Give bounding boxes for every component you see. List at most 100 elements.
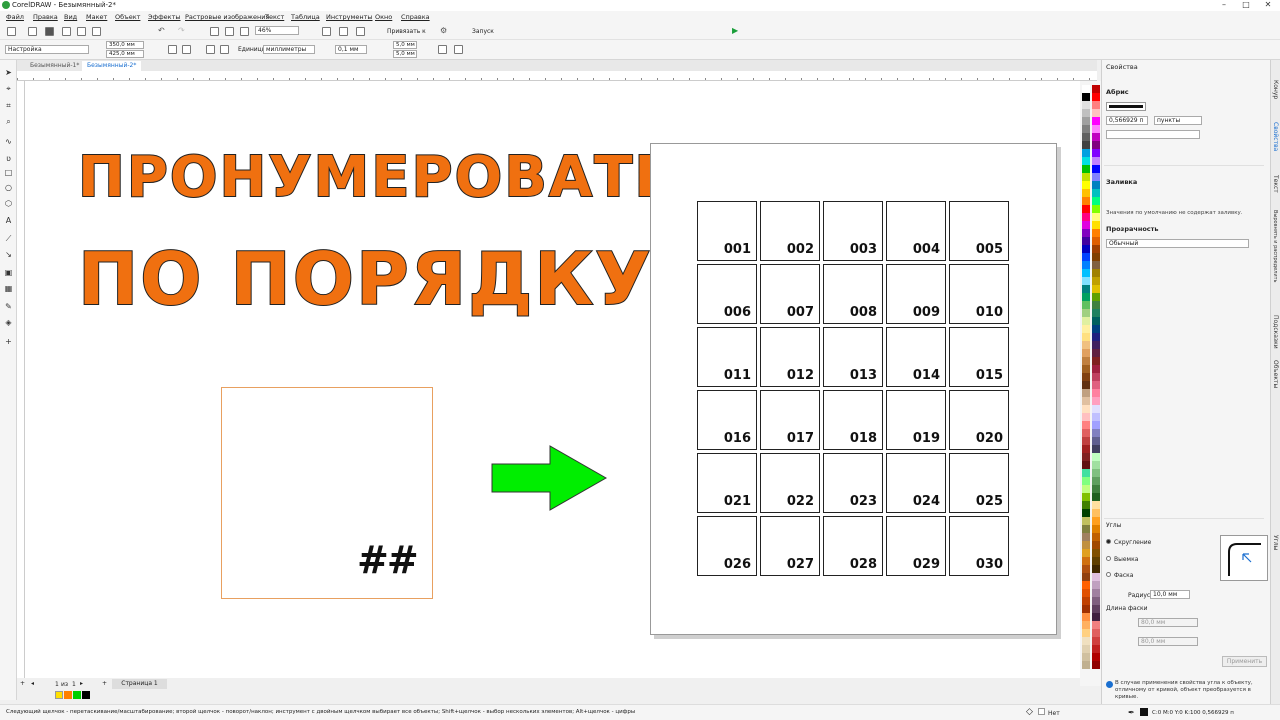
palette-swatch[interactable]: [1092, 221, 1100, 229]
palette-swatch[interactable]: [1092, 429, 1100, 437]
menu-object[interactable]: Объект: [115, 13, 140, 21]
palette-swatch[interactable]: [1092, 381, 1100, 389]
numbered-cell[interactable]: 015: [949, 327, 1009, 387]
palette-swatch[interactable]: [1082, 621, 1090, 629]
menu-window[interactable]: Окно: [375, 13, 392, 21]
first-page-icon[interactable]: +: [20, 680, 25, 687]
next-page-icon[interactable]: ▸: [80, 680, 83, 687]
palette-swatch[interactable]: [1092, 661, 1100, 669]
tab-corners[interactable]: Углы: [1272, 535, 1279, 550]
palette-swatch[interactable]: [1082, 373, 1090, 381]
palette-swatch[interactable]: [1082, 637, 1090, 645]
palette-swatch[interactable]: [1092, 317, 1100, 325]
tab-document-2[interactable]: Безымянный-2*: [82, 61, 142, 71]
palette-swatch[interactable]: [1082, 565, 1090, 573]
chamfer-y-field[interactable]: 80,0 мм: [1138, 637, 1198, 646]
ellipse-tool-icon[interactable]: ○: [4, 184, 13, 192]
palette-swatch[interactable]: [1082, 301, 1090, 309]
eyedropper-icon[interactable]: ✎: [4, 303, 13, 311]
palette-swatch[interactable]: [1092, 165, 1100, 173]
palette-swatch[interactable]: [1082, 189, 1090, 197]
palette-swatch[interactable]: [1082, 181, 1090, 189]
numbered-cell[interactable]: 029: [886, 516, 946, 576]
palette-swatch[interactable]: [1092, 453, 1100, 461]
palette-swatch[interactable]: [1092, 477, 1100, 485]
numbered-cell[interactable]: 030: [949, 516, 1009, 576]
tab-objects[interactable]: Объекты: [1272, 360, 1279, 388]
palette-swatch[interactable]: [1092, 421, 1100, 429]
palette-swatch[interactable]: [1082, 605, 1090, 613]
full-screen-icon[interactable]: [322, 27, 331, 36]
palette-swatch[interactable]: [1092, 509, 1100, 517]
numbered-cell[interactable]: 022: [760, 453, 820, 513]
numbered-cell[interactable]: 003: [823, 201, 883, 261]
palette-swatch[interactable]: [1082, 477, 1090, 485]
transparency-section-title[interactable]: Прозрачность: [1106, 225, 1159, 233]
pick-tool-icon[interactable]: ➤: [4, 69, 13, 77]
palette-swatch[interactable]: [1082, 541, 1090, 549]
interactive-fill-icon[interactable]: ◈: [4, 319, 13, 327]
outline-color-picker[interactable]: [1106, 102, 1146, 111]
palette-swatch[interactable]: [1082, 229, 1090, 237]
numbered-cell[interactable]: 008: [823, 264, 883, 324]
palette-swatch[interactable]: [1092, 237, 1100, 245]
palette-swatch[interactable]: [1082, 165, 1090, 173]
palette-swatch[interactable]: [1082, 501, 1090, 509]
numbered-cell[interactable]: 018: [823, 390, 883, 450]
palette-swatch[interactable]: [1082, 245, 1090, 253]
corner-chamfer-label[interactable]: Фаска: [1114, 572, 1133, 579]
palette-swatch[interactable]: [1092, 101, 1100, 109]
numbered-cell[interactable]: 014: [886, 327, 946, 387]
palette-swatch[interactable]: [1092, 637, 1100, 645]
doc-swatch-orange[interactable]: [64, 691, 72, 699]
palette-swatch[interactable]: [1092, 301, 1100, 309]
palette-swatch[interactable]: [1082, 197, 1090, 205]
palette-swatch[interactable]: [1082, 205, 1090, 213]
numbered-cell[interactable]: 007: [760, 264, 820, 324]
palette-swatch[interactable]: [1092, 133, 1100, 141]
minimize-button[interactable]: –: [1216, 0, 1232, 11]
text-tool-icon[interactable]: A: [4, 217, 13, 225]
palette-swatch[interactable]: [1092, 269, 1100, 277]
units-select[interactable]: миллиметры: [263, 45, 315, 54]
palette-swatch[interactable]: [1082, 357, 1090, 365]
palette-swatch[interactable]: [1082, 277, 1090, 285]
numbered-cell[interactable]: 020: [949, 390, 1009, 450]
palette-swatch[interactable]: [1082, 325, 1090, 333]
palette-swatch[interactable]: [1092, 93, 1100, 101]
numbered-cell[interactable]: 005: [949, 201, 1009, 261]
palette-swatch[interactable]: [1082, 613, 1090, 621]
undo-icon[interactable]: ↶: [158, 26, 165, 35]
palette-swatch[interactable]: [1082, 109, 1090, 117]
fill-none-swatch[interactable]: [1038, 708, 1045, 715]
palette-swatch[interactable]: [1092, 621, 1100, 629]
palette-swatch[interactable]: [1092, 357, 1100, 365]
palette-swatch[interactable]: [1092, 405, 1100, 413]
tab-page-1[interactable]: Страница 1: [112, 679, 167, 689]
snap-to-label[interactable]: Привязать к: [387, 28, 426, 35]
palette-swatch[interactable]: [1082, 653, 1090, 661]
menu-edit[interactable]: Правка: [33, 13, 58, 21]
palette-swatch[interactable]: [1092, 181, 1100, 189]
palette-swatch[interactable]: [1082, 365, 1090, 373]
palette-swatch[interactable]: [1082, 413, 1090, 421]
palette-swatch[interactable]: [1082, 509, 1090, 517]
new-document-icon[interactable]: [7, 27, 16, 36]
corner-chamfer-radio[interactable]: [1106, 572, 1111, 577]
palette-swatch[interactable]: [1082, 157, 1090, 165]
rectangle-tool-icon[interactable]: □: [4, 169, 13, 177]
palette-swatch[interactable]: [1082, 149, 1090, 157]
maximize-button[interactable]: □: [1238, 0, 1254, 11]
palette-swatch[interactable]: [1082, 573, 1090, 581]
duplicate-x-field[interactable]: 5,0 мм: [393, 41, 417, 49]
page-height-field[interactable]: 425,0 мм: [106, 50, 144, 58]
duplicate-y-field[interactable]: 5,0 мм: [393, 50, 417, 58]
doc-swatch-yellow[interactable]: [55, 691, 63, 699]
palette-swatch[interactable]: [1082, 437, 1090, 445]
palette-swatch[interactable]: [1082, 133, 1090, 141]
tab-hints[interactable]: Подсказки: [1272, 315, 1279, 349]
palette-swatch[interactable]: [1092, 653, 1100, 661]
show-grid-icon[interactable]: [356, 27, 365, 36]
shape-tool-icon[interactable]: ⌖: [4, 85, 13, 93]
palette-swatch[interactable]: [1082, 309, 1090, 317]
